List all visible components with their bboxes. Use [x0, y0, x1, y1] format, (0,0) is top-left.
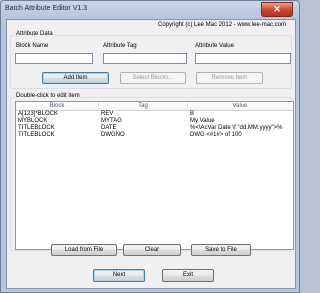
row-value: B — [190, 111, 195, 117]
row-value: My Value — [190, 118, 215, 124]
row-block: TITLEBLOCK — [18, 132, 55, 138]
clear-button[interactable]: Clear — [123, 244, 181, 256]
title-bar[interactable]: Batch Attribute Editor V1.3 ✕ — [1, 1, 299, 19]
row-block: MYBLOCK — [18, 118, 48, 124]
list-header: Block Tag Value — [16, 102, 293, 111]
remove-item-button[interactable]: Remove Item — [196, 72, 263, 84]
copyright-text: Copyright (c) Lee Mac 2012 - www.lee-mac… — [158, 22, 287, 28]
block-name-label: Block Name — [16, 43, 49, 49]
row-block: A[123]*BLOCK — [18, 111, 59, 117]
list-item[interactable]: TITLEBLOCK DWGNO DWG <#1#> of 100 — [16, 132, 293, 139]
dialog-body: Copyright (c) Lee Mac 2012 - www.lee-mac… — [6, 19, 296, 289]
list-item[interactable]: MYBLOCK MYTAG My Value — [16, 118, 293, 125]
next-button[interactable]: Next — [93, 269, 145, 282]
attribute-tag-input[interactable] — [103, 53, 187, 64]
close-button[interactable]: ✕ — [261, 2, 293, 17]
row-tag: MYTAG — [101, 118, 122, 124]
attribute-tag-label: Attribute Tag — [103, 43, 137, 49]
row-tag: DATE — [101, 125, 117, 131]
save-to-file-button[interactable]: Save to File — [191, 244, 251, 256]
attribute-list[interactable]: Block Tag Value A[123]*BLOCK REV B MYBLO… — [15, 101, 294, 250]
exit-button[interactable]: Exit — [162, 269, 214, 282]
column-header-tag[interactable]: Tag — [99, 102, 188, 110]
row-value: %<\AcVar Date \f "dd.MM.yyyy">% — [190, 125, 283, 131]
list-item[interactable]: A[123]*BLOCK REV B — [16, 111, 293, 118]
row-value: DWG <#1#> of 100 — [190, 132, 242, 138]
row-block: TITLEBLOCK — [18, 125, 55, 131]
select-blocks-button[interactable]: Select Blocks... — [120, 72, 186, 84]
column-header-value[interactable]: Value — [188, 102, 292, 110]
batch-attribute-editor-window: Batch Attribute Editor V1.3 ✕ Copyright … — [0, 0, 300, 293]
block-name-input[interactable] — [15, 53, 93, 64]
row-tag: DWGNO — [101, 132, 125, 138]
item-list-label: Double-click to edit item — [15, 93, 81, 99]
list-item[interactable]: TITLEBLOCK DATE %<\AcVar Date \f "dd.MM.… — [16, 125, 293, 132]
load-from-file-button[interactable]: Load from File — [51, 244, 117, 256]
window-title: Batch Attribute Editor V1.3 — [5, 5, 88, 12]
attribute-value-label: Attribute Value — [195, 43, 234, 49]
add-item-button[interactable]: Add Item — [42, 72, 109, 84]
attribute-value-input[interactable] — [195, 53, 291, 64]
column-header-block[interactable]: Block — [16, 102, 99, 110]
row-tag: REV — [101, 111, 114, 117]
attribute-data-label: Attribute Data — [15, 31, 54, 37]
